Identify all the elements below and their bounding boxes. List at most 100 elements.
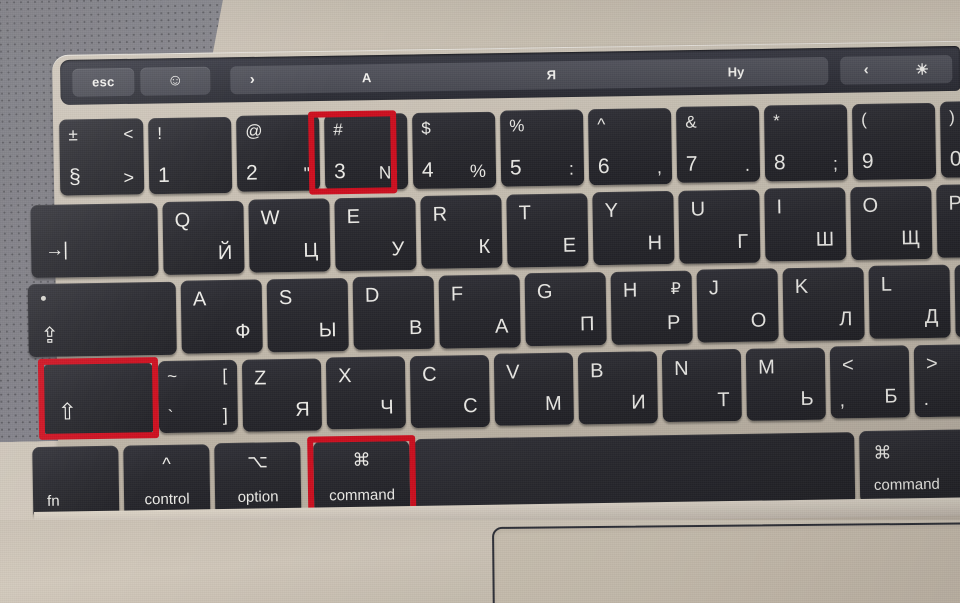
key-legend-latin: M xyxy=(757,356,775,379)
key-w[interactable]: W Ц xyxy=(248,198,331,273)
key-legend-top-left: ± xyxy=(68,125,78,145)
key-command-right[interactable]: ⌘ command xyxy=(859,429,960,504)
key-shift-left[interactable]: ⇧ xyxy=(42,362,155,436)
key-legend-cyrillic: Е xyxy=(562,234,577,257)
key-u[interactable]: U Г xyxy=(678,189,761,264)
key-t[interactable]: T Е xyxy=(506,193,589,268)
key-legend-latin: I xyxy=(776,196,783,219)
key-legend-top-left: ! xyxy=(157,123,163,144)
key-legend-latin: B xyxy=(589,360,604,383)
key-p[interactable]: P xyxy=(936,183,960,258)
key-comma[interactable]: < , Б xyxy=(829,345,910,419)
key-section-paragraph[interactable]: ± < § > xyxy=(59,118,145,196)
key-legend-bottom-left: , xyxy=(839,390,846,412)
key-legend-latin: > xyxy=(925,352,938,376)
key-z[interactable]: Z Я xyxy=(241,358,323,432)
key-0[interactable]: ) 0 xyxy=(939,100,960,178)
key-legend-bottom-left: 9 xyxy=(861,149,874,173)
key-label: command xyxy=(328,486,396,505)
key-5[interactable]: % 5 : xyxy=(500,109,585,187)
key-8[interactable]: * 8 ; xyxy=(763,104,849,182)
key-legend-latin: P xyxy=(948,192,960,215)
key-legend-cyrillic: Л xyxy=(839,308,853,331)
key-label: control xyxy=(144,490,190,509)
key-4[interactable]: $ 4 % xyxy=(412,111,497,190)
key-h[interactable]: H ₽ Р xyxy=(610,270,693,345)
caps-lock-icon: ⇪ xyxy=(40,322,60,348)
key-legend-latin: R xyxy=(432,203,448,226)
key-a[interactable]: A Ф xyxy=(180,279,263,354)
key-legend-cyrillic: Р xyxy=(666,311,681,335)
key-legend-top-left: & xyxy=(685,112,697,132)
key-control[interactable]: ^ control xyxy=(123,444,211,518)
key-legend-top-left: % xyxy=(509,116,525,136)
key-k[interactable]: K Л xyxy=(782,266,865,342)
key-legend-bottom-right: ; xyxy=(832,153,839,174)
key-legend-cyrillic: Ф xyxy=(235,320,251,343)
key-9[interactable]: ( 9 xyxy=(851,102,937,181)
trackpad[interactable] xyxy=(492,521,960,603)
key-period[interactable]: > . xyxy=(913,343,960,418)
key-q[interactable]: Q Й xyxy=(162,200,245,275)
key-y[interactable]: Y Н xyxy=(592,190,675,266)
key-legend-top-left: # xyxy=(333,120,343,140)
key-legend-bottom-left: 6 xyxy=(597,154,610,179)
key-legend-top-left: ~ xyxy=(167,366,178,386)
key-legend-bottom-right: : xyxy=(568,158,575,179)
key-legend-cyrillic: У xyxy=(391,238,405,261)
key-7[interactable]: & 7 . xyxy=(675,105,761,183)
key-i[interactable]: I Ш xyxy=(764,187,847,262)
key-d[interactable]: D В xyxy=(352,275,435,350)
key-legend-bottom-left: 4 xyxy=(421,158,434,182)
key-o[interactable]: O Щ xyxy=(850,185,933,261)
key-c[interactable]: C С xyxy=(409,354,490,429)
key-legend-latin: X xyxy=(338,365,352,388)
key-g[interactable]: G П xyxy=(524,272,607,347)
option-icon: ⌥ xyxy=(246,451,269,472)
key-legend-latin: N xyxy=(673,357,689,380)
key-1[interactable]: ! 1 xyxy=(148,116,233,195)
key-m[interactable]: M Ь xyxy=(745,347,826,421)
key-x[interactable]: X Ч xyxy=(325,356,407,430)
key-legend-top-left: @ xyxy=(245,121,263,141)
key-legend-latin: L xyxy=(880,273,893,296)
key-legend-cyrillic: К xyxy=(478,235,491,259)
key-tab[interactable]: →| xyxy=(30,203,159,279)
key-legend-cyrillic: Ч xyxy=(380,396,394,419)
key-label: fn xyxy=(46,492,60,510)
key-s[interactable]: S Ы xyxy=(266,278,349,353)
key-3[interactable]: # 3 № xyxy=(324,113,409,191)
control-icon: ^ xyxy=(162,453,171,475)
key-j[interactable]: J О xyxy=(696,268,779,343)
key-legend-bottom-left: ` xyxy=(167,406,174,426)
shift-icon: ⇧ xyxy=(57,398,78,425)
key-bracket[interactable]: ~ [ ` ] xyxy=(157,359,239,434)
key-caps-lock[interactable]: ⇪ xyxy=(27,281,177,358)
key-legend-latin: H xyxy=(622,279,638,302)
key-legend-bottom-left: . xyxy=(923,388,930,411)
key-legend-latin: U xyxy=(690,198,706,221)
key-legend-latin: E xyxy=(346,205,361,229)
key-legend-latin: J xyxy=(708,277,720,300)
key-v[interactable]: V М xyxy=(493,352,574,426)
key-l[interactable]: L Д xyxy=(868,264,951,339)
command-icon: ⌘ xyxy=(873,442,892,463)
key-legend-cyrillic: Г xyxy=(737,230,749,253)
key-legend-top-right: [ xyxy=(222,365,228,386)
key-2[interactable]: @ 2 " xyxy=(236,114,321,192)
key-6[interactable]: ^ 6 , xyxy=(588,107,673,186)
key-option-left[interactable]: ⌥ option xyxy=(214,441,302,516)
key-b[interactable]: B И xyxy=(577,351,658,425)
key-r[interactable]: R К xyxy=(420,194,503,269)
key-semicolon[interactable] xyxy=(954,263,960,338)
key-legend-cyrillic: С xyxy=(463,395,478,418)
key-e[interactable]: E У xyxy=(334,197,417,272)
key-n[interactable]: N Т xyxy=(661,348,742,423)
key-legend-bottom-left: 8 xyxy=(773,151,786,175)
key-legend-bottom-right: № xyxy=(378,162,399,183)
key-f[interactable]: F А xyxy=(438,274,521,349)
key-command-left[interactable]: ⌘ command xyxy=(313,440,411,514)
key-legend-latin: F xyxy=(450,283,464,306)
key-legend-latin: T xyxy=(518,202,532,225)
key-fn[interactable]: fn xyxy=(32,445,120,520)
